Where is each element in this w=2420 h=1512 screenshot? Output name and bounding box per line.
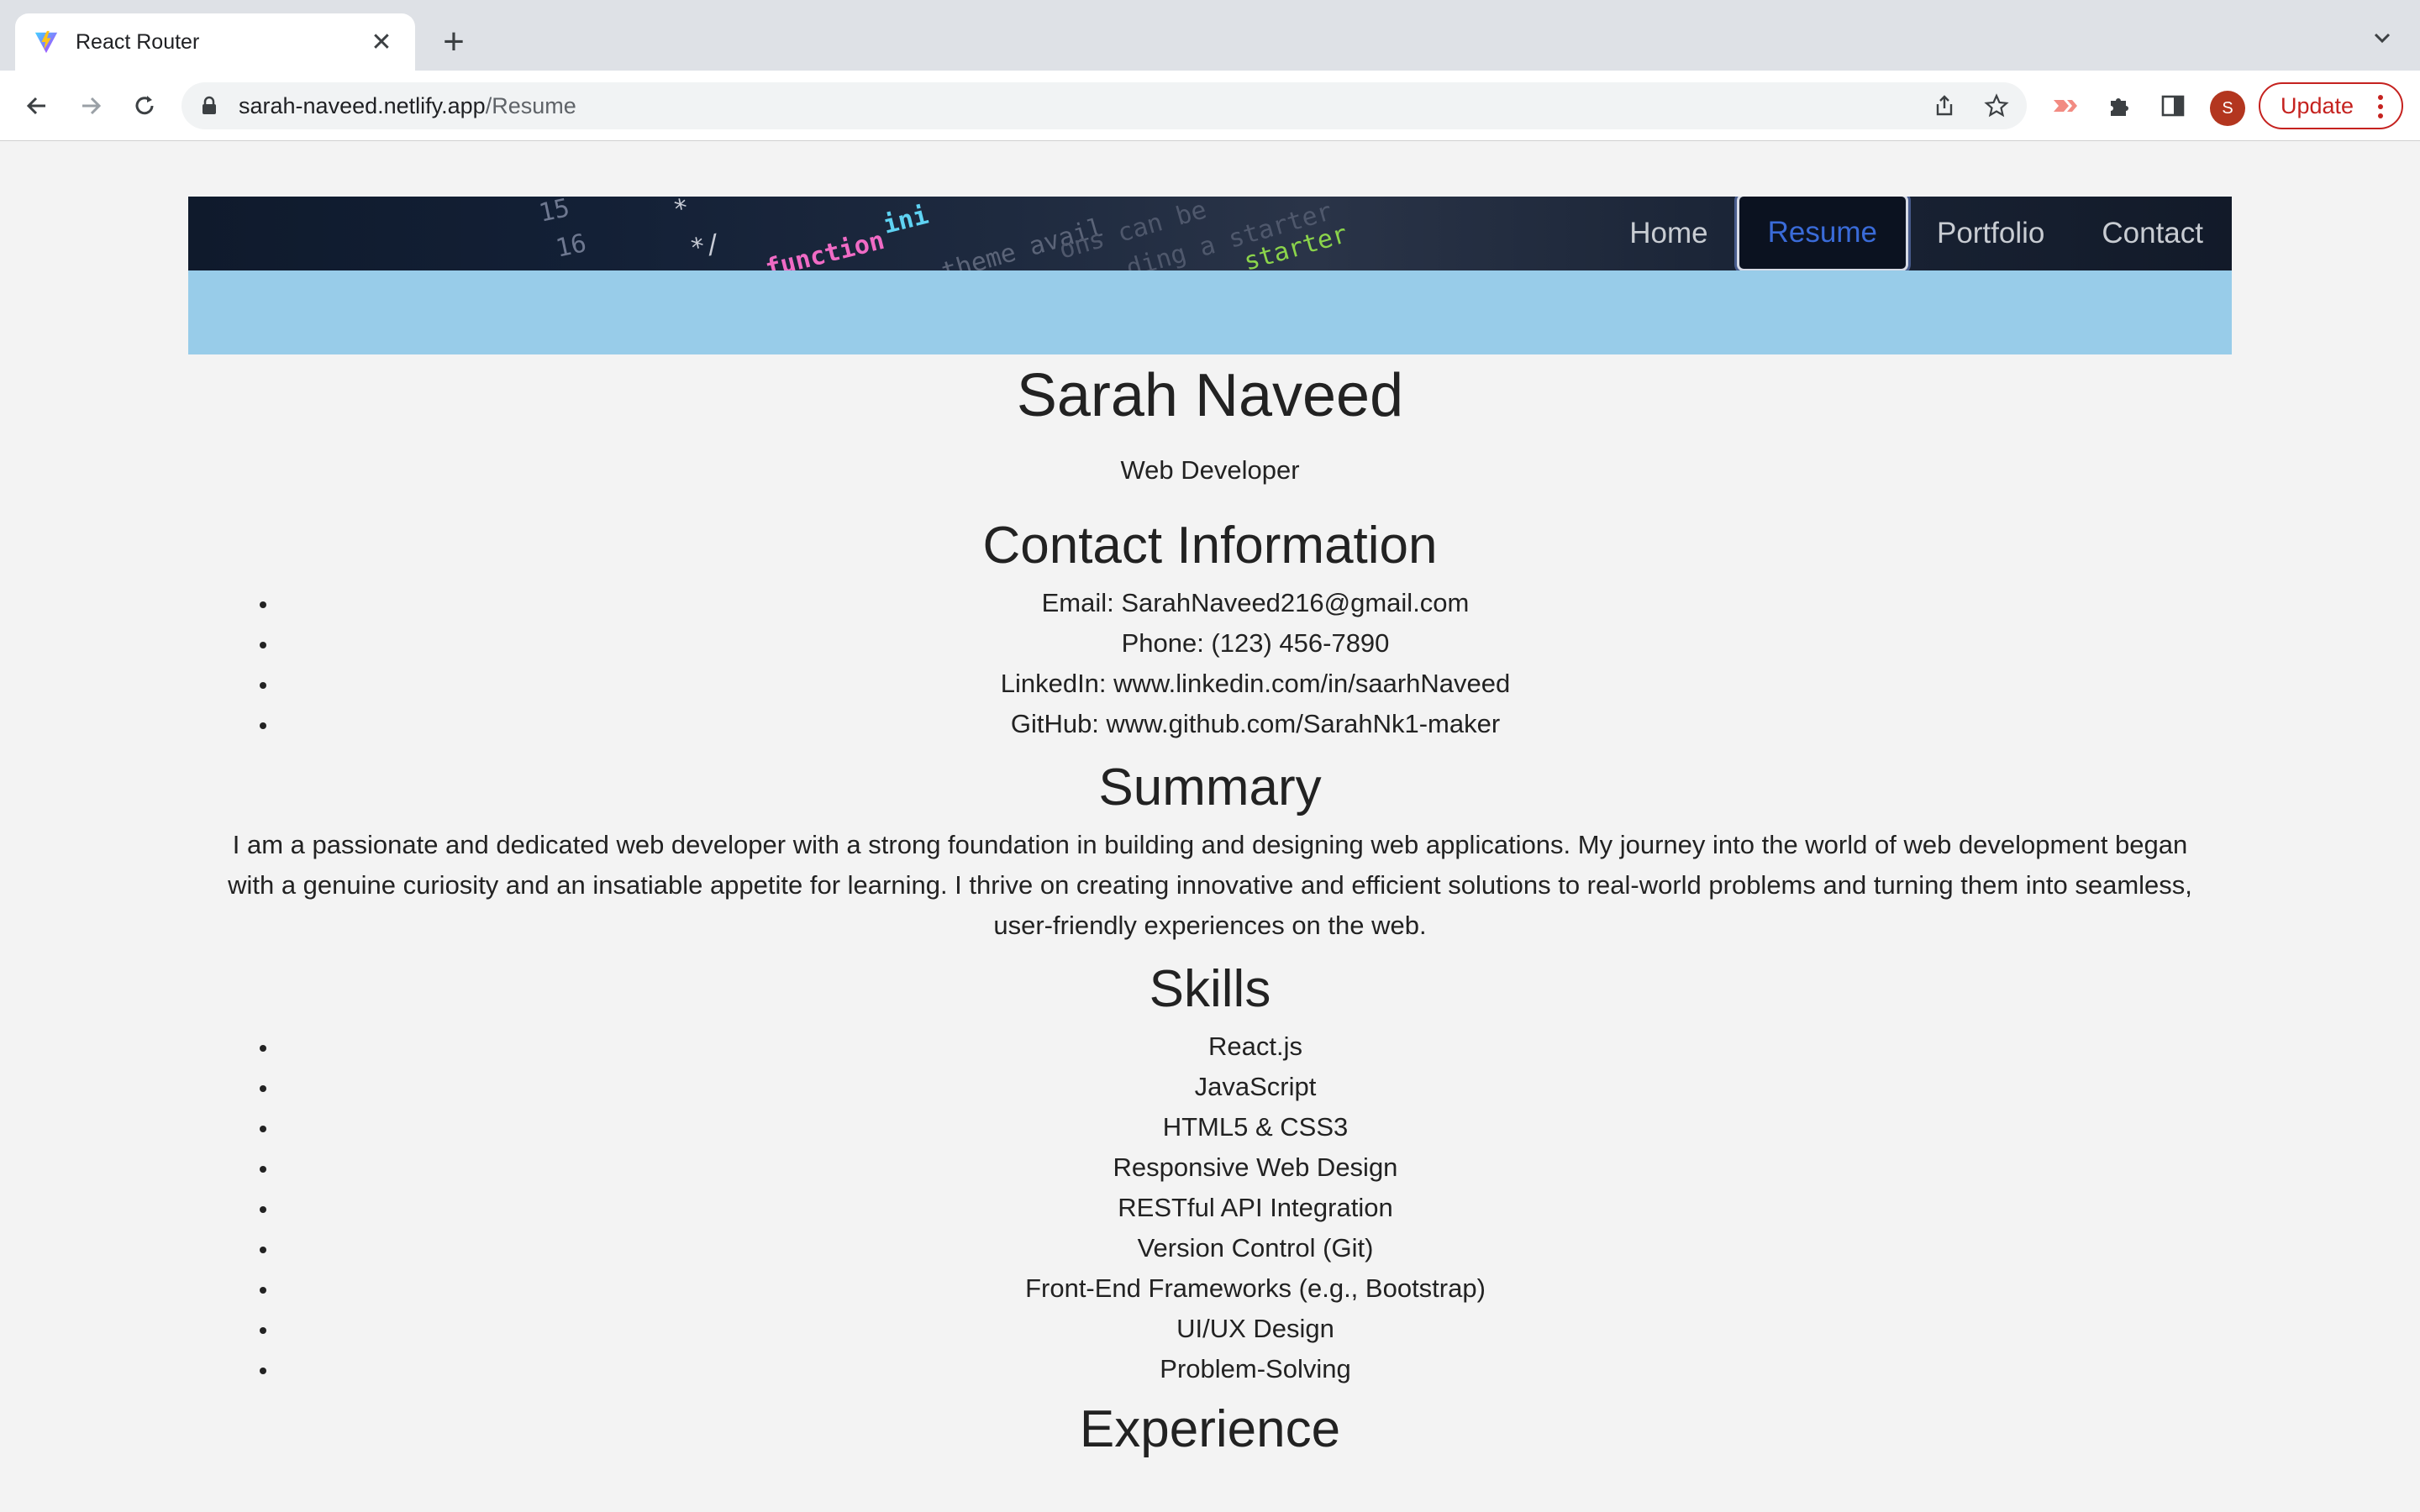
summary-text: I am a passionate and dedicated web deve… xyxy=(228,830,2192,940)
plus-icon[interactable]: + xyxy=(437,18,471,66)
skill-item: Front-End Frameworks (e.g., Bootstrap) xyxy=(279,1268,2232,1309)
forward-icon[interactable] xyxy=(72,87,109,124)
svg-text:*/: */ xyxy=(687,228,723,264)
update-button[interactable]: Update xyxy=(2259,82,2403,129)
skill-item: React.js xyxy=(279,1026,2232,1067)
skills-list: React.js JavaScript HTML5 & CSS3 Respons… xyxy=(188,1026,2232,1389)
url-path: /Resume xyxy=(485,92,576,118)
site-nav: Home Resume Portfolio Contact xyxy=(1601,197,2232,270)
skill-item: Problem-Solving xyxy=(279,1349,2232,1389)
puzzle-icon[interactable] xyxy=(2102,89,2136,123)
tab-title: React Router xyxy=(76,29,200,54)
share-icon[interactable] xyxy=(1931,92,1958,119)
contact-list: Email: SarahNaveed216@gmail.com Phone: (… xyxy=(188,583,2232,744)
skills-heading: Skills xyxy=(1149,960,1271,1018)
resume-role: Web Developer xyxy=(1120,455,1300,485)
address-bar[interactable]: sarah-naveed.netlify.app/Resume xyxy=(182,82,2027,129)
nav-contact[interactable]: Contact xyxy=(2073,197,2232,270)
vite-favicon-icon xyxy=(34,30,58,54)
experience-heading: Experience xyxy=(1079,1400,1341,1458)
contact-heading: Contact Information xyxy=(982,517,1438,575)
skill-item: Version Control (Git) xyxy=(279,1228,2232,1268)
summary-heading: Summary xyxy=(1098,759,1322,816)
update-label: Update xyxy=(2281,92,2354,118)
lock-icon[interactable] xyxy=(198,95,220,117)
extension-icon[interactable] xyxy=(2049,89,2082,123)
svg-text:function: function xyxy=(762,226,887,270)
contact-linkedin: LinkedIn: www.linkedin.com/in/saarhNavee… xyxy=(279,664,2232,704)
skill-item: RESTful API Integration xyxy=(279,1188,2232,1228)
svg-text:*: * xyxy=(671,197,692,225)
url-host: sarah-naveed.netlify.app xyxy=(239,92,486,118)
reload-icon[interactable] xyxy=(126,87,163,124)
svg-text:15: 15 xyxy=(536,197,572,228)
svg-text:16: 16 xyxy=(553,228,589,264)
svg-text:ini: ini xyxy=(880,201,931,240)
header-band xyxy=(188,270,2232,354)
avatar[interactable]: S xyxy=(2210,91,2245,126)
nav-home[interactable]: Home xyxy=(1601,197,1736,270)
contact-phone: Phone: (123) 456-7890 xyxy=(279,623,2232,664)
menu-dots-icon[interactable] xyxy=(2378,94,2383,119)
star-icon[interactable] xyxy=(1983,92,2010,119)
browser-toolbar: sarah-naveed.netlify.app/Resume S Update xyxy=(0,71,2420,141)
resume-content: Sarah Naveed Web Developer Contact Infor… xyxy=(188,354,2232,1462)
resume-name: Sarah Naveed xyxy=(1016,362,1404,429)
nav-portfolio[interactable]: Portfolio xyxy=(1908,197,2073,270)
nav-resume[interactable]: Resume xyxy=(1736,197,1908,270)
browser-tab-strip: React Router ✕ + xyxy=(0,0,2420,71)
side-panel-icon[interactable] xyxy=(2156,89,2190,123)
skill-item: UI/UX Design xyxy=(279,1309,2232,1349)
back-icon[interactable] xyxy=(18,87,55,124)
skill-item: HTML5 & CSS3 xyxy=(279,1107,2232,1147)
close-icon[interactable]: ✕ xyxy=(366,28,397,57)
site-header: 15 16 * */ function ini theme avail ons … xyxy=(188,197,2232,270)
skill-item: Responsive Web Design xyxy=(279,1147,2232,1188)
browser-tab[interactable]: React Router ✕ xyxy=(15,13,415,71)
header-background-image: 15 16 * */ function ini theme avail ons … xyxy=(536,197,1350,270)
contact-github: GitHub: www.github.com/SarahNk1-maker xyxy=(279,704,2232,744)
skill-item: JavaScript xyxy=(279,1067,2232,1107)
chevron-down-icon[interactable] xyxy=(2370,25,2395,50)
contact-email: Email: SarahNaveed216@gmail.com xyxy=(279,583,2232,623)
